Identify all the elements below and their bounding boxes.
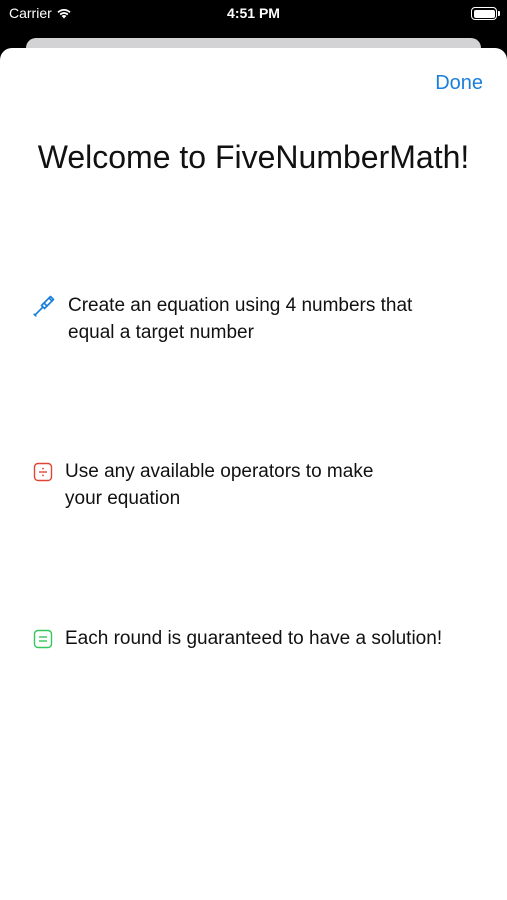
rule-text-line: your equation xyxy=(65,488,181,509)
battery-icon xyxy=(471,7,500,20)
page-title: Welcome to FiveNumberMath! xyxy=(37,139,470,175)
rule-text: Use any available operators to make your… xyxy=(65,458,373,512)
hammer-icon xyxy=(32,294,56,318)
equal-square-icon xyxy=(33,629,53,649)
battery-fill xyxy=(473,9,495,18)
status-time: 4:51 PM xyxy=(227,5,280,21)
rule-text-line: equal a target number xyxy=(68,322,254,343)
divide-square-icon xyxy=(33,462,53,482)
rule-row-solution: Each round is guaranteed to have a solut… xyxy=(33,625,493,652)
rule-row-equation: Create an equation using 4 numbers that … xyxy=(32,292,472,346)
rule-text: Create an equation using 4 numbers that … xyxy=(68,292,412,346)
screen: Carrier 4:51 PM Done Welcome to FiveNumb… xyxy=(0,0,507,900)
done-button[interactable]: Done xyxy=(435,72,483,95)
status-bar: Carrier 4:51 PM xyxy=(0,0,507,30)
rule-text: Each round is guaranteed to have a solut… xyxy=(65,625,442,652)
rule-text-line: Create an equation using 4 numbers that xyxy=(68,295,413,316)
rule-row-operators: Use any available operators to make your… xyxy=(33,458,473,512)
rule-text-line: Each round is guaranteed to have a solut… xyxy=(65,628,443,649)
rule-text-line: Use any available operators to make xyxy=(65,461,374,482)
welcome-sheet: Done Welcome to FiveNumberMath! Create a… xyxy=(0,48,507,900)
